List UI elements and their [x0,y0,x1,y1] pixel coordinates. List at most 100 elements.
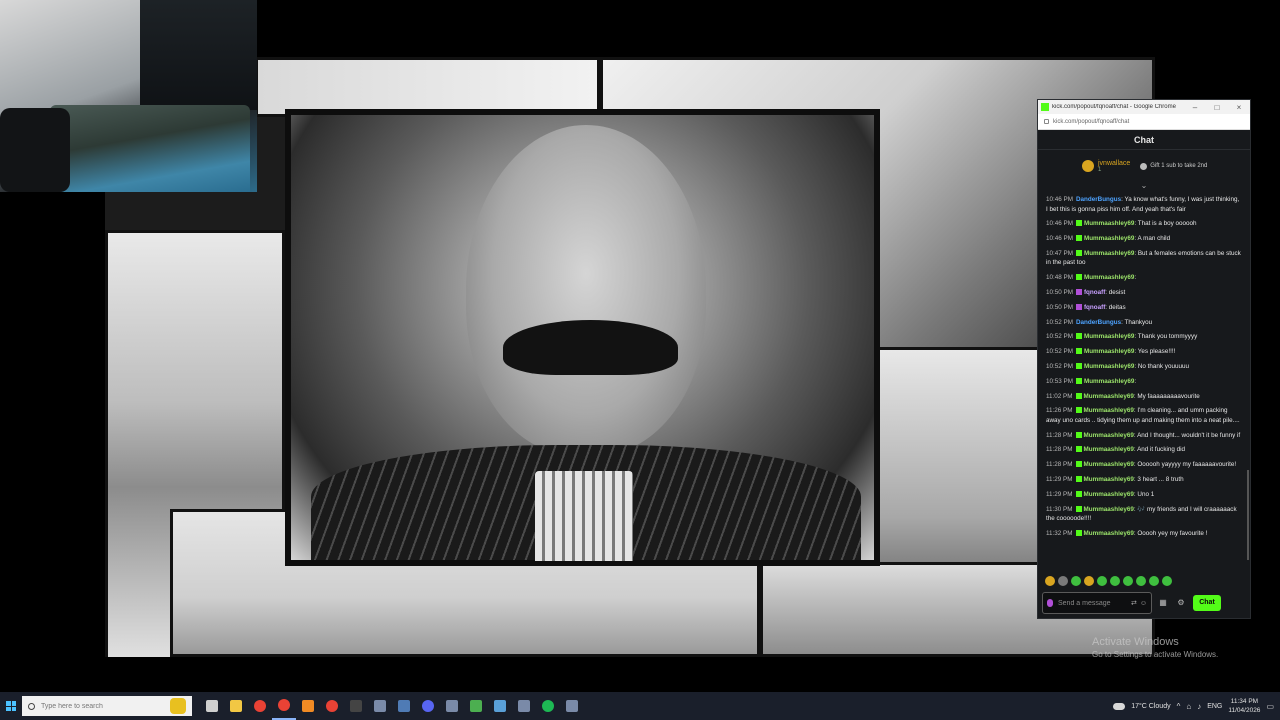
discord-taskbar-button[interactable] [416,692,440,720]
app-taskbar-button[interactable] [440,692,464,720]
gear-icon[interactable]: ⚙ [1174,596,1188,610]
language-indicator[interactable]: ENG [1207,703,1222,710]
clock[interactable]: 11:34 PM 11/04/2026 [1228,697,1260,715]
chat-message[interactable]: 11:26 PM Mummaashley69: I'm cleaning... a… [1046,406,1242,425]
chat-input-box[interactable]: ⇄ ☺ [1042,592,1152,614]
chat-message[interactable]: 10:53 PM Mummaashley69: [1046,377,1242,387]
gift-sub-button[interactable]: Gift 1 sub to take 2nd [1140,162,1207,170]
quick-emote-bar[interactable] [1045,576,1172,588]
app-taskbar-button[interactable] [560,692,584,720]
browser-taskbar-button[interactable] [296,692,320,720]
microphone-icon[interactable] [1047,599,1053,607]
chevron-down-icon[interactable]: ⌄ [1038,182,1250,190]
chat-message[interactable]: 10:52 PM DanderBungus: Thankyou [1046,318,1242,328]
message-username[interactable]: Mummaashley69 [1084,363,1134,370]
message-username[interactable]: Mummaashley69 [1084,235,1134,242]
emote-icon[interactable] [1058,576,1068,586]
chat-message[interactable]: 10:46 PM DanderBungus: Ya know what's fun… [1046,195,1242,214]
maximize-icon[interactable]: □ [1206,103,1228,112]
chat-message[interactable]: 11:29 PM Mummaashley69: Uno 1 [1046,490,1242,500]
chrome-taskbar-button[interactable] [272,692,296,720]
emote-icon[interactable] [1110,576,1120,586]
chat-scrollbar[interactable] [1247,470,1249,560]
message-username[interactable]: Mummaashley69 [1084,476,1134,483]
browser-titlebar[interactable]: kick.com/popout/fqnoaff/chat - Google Ch… [1038,100,1250,114]
chevron-up-icon[interactable]: ^ [1177,702,1181,711]
emote-icon[interactable] [1123,576,1133,586]
message-username[interactable]: Mummaashley69 [1084,506,1134,513]
chat-message[interactable]: 11:29 PM Mummaashley69: 3 heart ... 8 tru… [1046,475,1242,485]
message-username[interactable]: Mummaashley69 [1084,250,1134,257]
message-username[interactable]: Mummaashley69 [1084,446,1134,453]
chat-message[interactable]: 11:28 PM Mummaashley69: And I thought... … [1046,431,1242,441]
emote-icon[interactable] [1045,576,1055,586]
chat-message-input[interactable] [1058,599,1128,607]
message-username[interactable]: fqnoaff [1084,289,1105,296]
message-username[interactable]: Mummaashley69 [1084,491,1134,498]
notification-icon[interactable]: ▭ [1266,702,1274,711]
terminal-taskbar-button[interactable] [344,692,368,720]
emote-icon[interactable] [1136,576,1146,586]
emote-icon[interactable] [1097,576,1107,586]
spotify-taskbar-button[interactable] [536,692,560,720]
chat-message[interactable]: 11:32 PM Mummaashley69: Ooooh yey my favo… [1046,529,1242,539]
message-username[interactable]: fqnoaff [1084,304,1105,311]
emoji-icon[interactable]: ☺ [1140,600,1147,607]
translate-icon[interactable]: ⇄ [1131,599,1137,607]
message-username[interactable]: Mummaashley69 [1084,530,1134,537]
chat-message[interactable]: 10:46 PM Mummaashley69: A man child [1046,234,1242,244]
message-username[interactable]: Mummaashley69 [1084,432,1134,439]
emote-icon[interactable] [1162,576,1172,586]
emote-icon[interactable] [1149,576,1159,586]
chat-message[interactable]: 10:46 PM Mummaashley69: That is a boy ooo… [1046,219,1242,229]
chrome-taskbar-button[interactable] [248,692,272,720]
chat-message[interactable]: 11:28 PM Mummaashley69: And it fucking di… [1046,445,1242,455]
task-view-taskbar-button[interactable] [200,692,224,720]
chat-message[interactable]: 10:50 PM fqnoaff: deitas [1046,303,1242,313]
app-taskbar-button[interactable] [368,692,392,720]
chrome-taskbar-button[interactable] [320,692,344,720]
message-username[interactable]: Mummaashley69 [1084,407,1134,414]
volume-icon[interactable]: ♪ [1197,702,1201,711]
network-icon[interactable]: ⌂ [1186,702,1191,711]
chat-message[interactable]: 10:48 PM Mummaashley69: [1046,273,1242,283]
chat-message[interactable]: 11:02 PM Mummaashley69: My faaaaaaaaavour… [1046,392,1242,402]
chat-popout-window[interactable]: kick.com/popout/fqnoaff/chat - Google Ch… [1037,99,1251,619]
start-button[interactable] [0,692,22,720]
message-username[interactable]: Mummaashley69 [1084,348,1134,355]
app-taskbar-button[interactable] [512,692,536,720]
notes-taskbar-button[interactable] [488,692,512,720]
file-explorer-taskbar-button[interactable] [224,692,248,720]
message-username[interactable]: Mummaashley69 [1084,378,1134,385]
weather-text[interactable]: 17°C Cloudy [1131,703,1170,710]
minimize-icon[interactable]: – [1184,103,1206,112]
steam-taskbar-button[interactable] [392,692,416,720]
chat-message[interactable]: 10:52 PM Mummaashley69: Thank you tommyyy… [1046,332,1242,342]
chat-message[interactable]: 10:52 PM Mummaashley69: No thank youuuuu [1046,362,1242,372]
chat-message[interactable]: 11:30 PM Mummaashley69: 🎶 my friends and … [1046,505,1242,524]
chat-message[interactable]: 10:52 PM Mummaashley69: Yes please!!!! [1046,347,1242,357]
xbox-taskbar-button[interactable] [464,692,488,720]
calendar-icon[interactable]: ▦ [1156,596,1170,610]
send-chat-button[interactable]: Chat [1193,595,1221,611]
message-username[interactable]: Mummaashley69 [1084,274,1134,281]
stream-video[interactable] [105,57,1155,657]
emote-icon[interactable] [1071,576,1081,586]
address-bar[interactable]: kick.com/popout/fqnoaff/chat [1038,114,1250,130]
chat-message[interactable]: 11:28 PM Mummaashley69: Oooooh yayyyy my … [1046,460,1242,470]
taskbar-search[interactable] [22,696,192,716]
message-username[interactable]: Mummaashley69 [1084,393,1134,400]
emote-icon[interactable] [1084,576,1094,586]
message-username[interactable]: DanderBungus [1076,319,1121,326]
close-icon[interactable]: × [1228,103,1250,112]
message-username[interactable]: Mummaashley69 [1084,461,1134,468]
chat-message-list[interactable]: 10:46 PM DanderBungus: Ya know what's fun… [1038,193,1246,573]
chat-message[interactable]: 10:50 PM fqnoaff: desist [1046,288,1242,298]
pinned-gift-banner[interactable]: jvnwallace 1 Gift 1 sub to take 2nd [1038,150,1250,182]
message-username[interactable]: Mummaashley69 [1084,220,1134,227]
message-username[interactable]: DanderBungus [1076,196,1121,203]
chat-message[interactable]: 10:47 PM Mummaashley69: But a females emo… [1046,249,1242,268]
weather-cloud-icon[interactable] [1113,702,1126,710]
message-username[interactable]: Mummaashley69 [1084,333,1134,340]
taskbar-search-input[interactable] [41,702,151,710]
